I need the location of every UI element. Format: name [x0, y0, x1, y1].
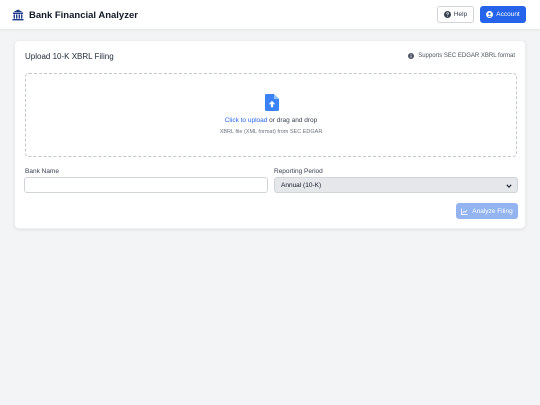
help-button[interactable]: Help	[437, 6, 474, 23]
user-circle-icon	[486, 11, 494, 18]
reporting-period-value: Annual (10-K)	[281, 181, 322, 189]
upload-instructions: Click to upload or drag and drop	[26, 117, 516, 124]
analyze-filing-button[interactable]: Analyze Filing	[456, 203, 518, 219]
card-title: Upload 10-K XBRL Filing	[25, 52, 114, 61]
click-to-upload-link[interactable]: Click to upload	[225, 117, 268, 124]
reporting-period-label: Reporting Period	[274, 168, 323, 175]
format-note-text: Supports SEC EDGAR XBRL format	[418, 53, 515, 59]
account-label: Account	[496, 11, 520, 18]
bank-name-label: Bank Name	[25, 168, 59, 175]
upload-card: Upload 10-K XBRL Filing Supports SEC EDG…	[14, 40, 526, 229]
question-circle-icon	[443, 11, 451, 18]
reporting-period-select[interactable]: Annual (10-K)	[274, 177, 518, 193]
file-upload-icon	[265, 94, 279, 111]
chart-line-icon	[461, 207, 468, 215]
chevron-down-icon	[506, 184, 512, 189]
app-title: Bank Financial Analyzer	[29, 9, 138, 21]
top-navbar: Bank Financial Analyzer Help Account	[0, 0, 540, 30]
analyze-filing-label: Analyze Filing	[472, 207, 513, 215]
drag-drop-text: or drag and drop	[267, 117, 318, 124]
bank-name-input[interactable]	[24, 177, 268, 193]
file-dropzone[interactable]: Click to upload or drag and drop XBRL fi…	[25, 73, 517, 157]
brand: Bank Financial Analyzer	[12, 8, 138, 22]
info-circle-icon	[408, 53, 415, 59]
upload-hint: XBRL file (XML format) from SEC EDGAR	[219, 129, 323, 135]
account-button[interactable]: Account	[480, 6, 526, 23]
help-label: Help	[453, 11, 468, 18]
format-note: Supports SEC EDGAR XBRL format	[408, 53, 515, 59]
bank-icon	[12, 9, 24, 21]
